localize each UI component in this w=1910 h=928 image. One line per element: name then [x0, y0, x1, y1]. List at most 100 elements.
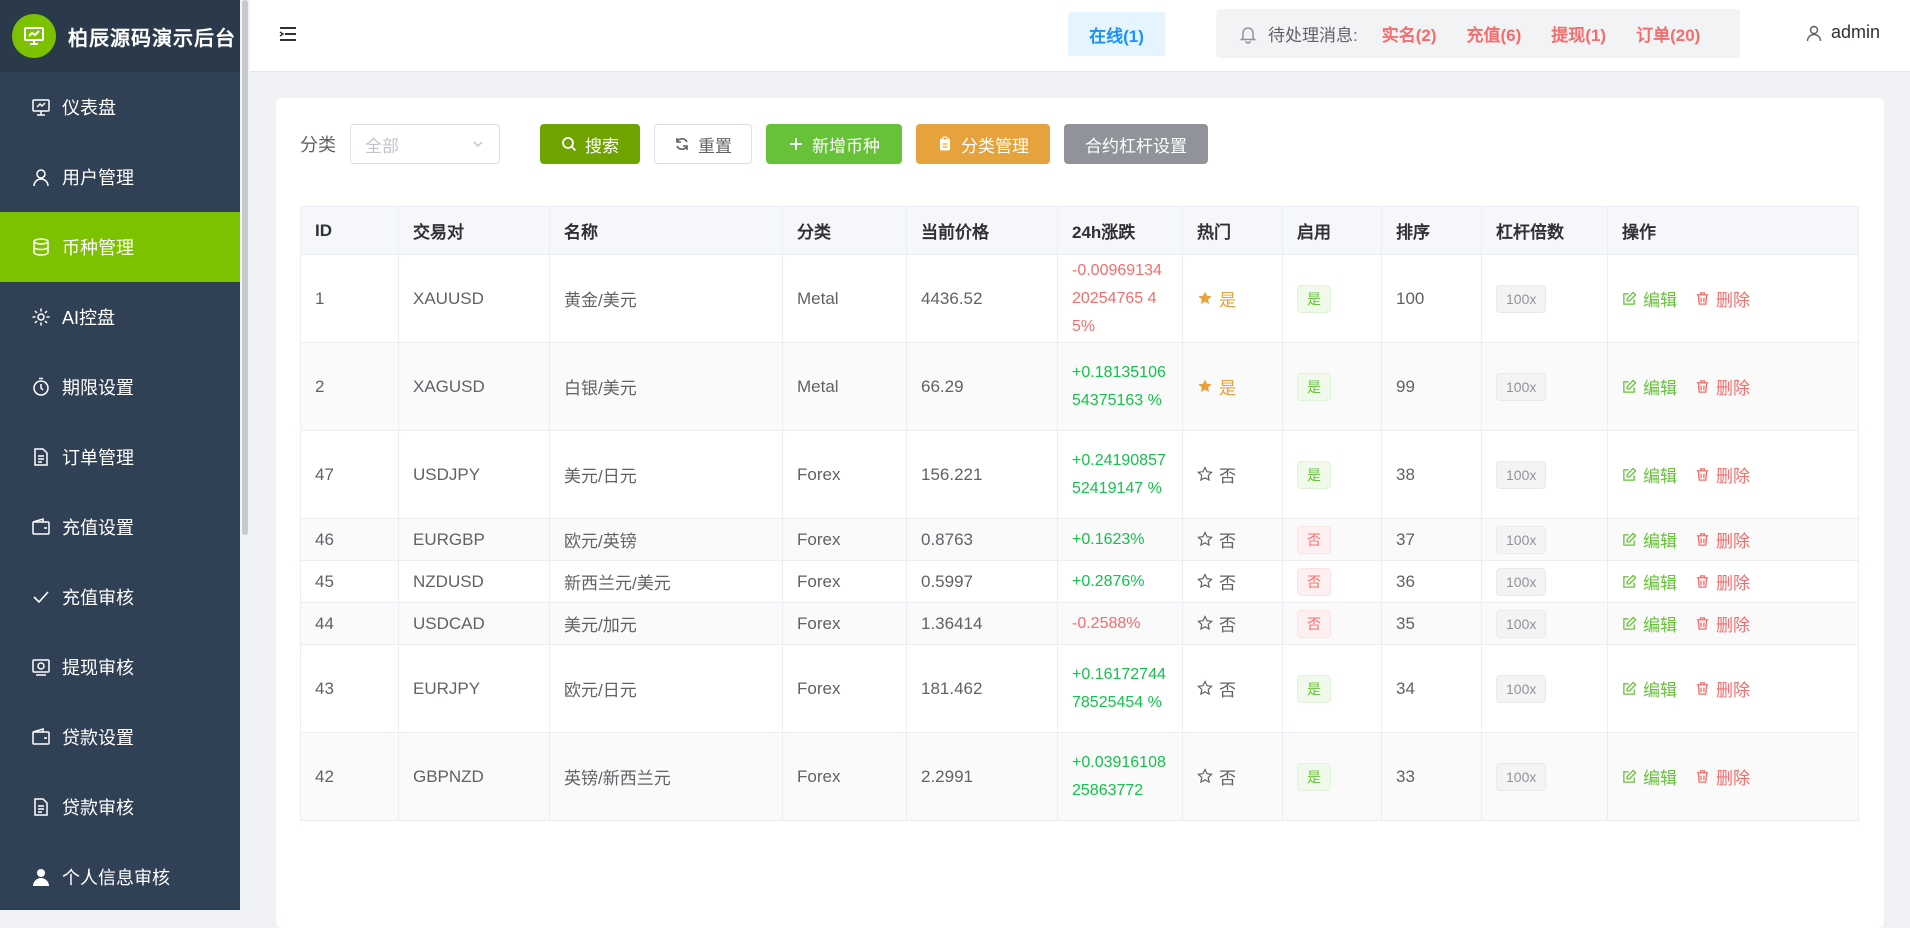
enabled-tag[interactable]: 否 [1297, 609, 1331, 638]
delete-button[interactable]: 删除 [1695, 764, 1750, 789]
delete-button[interactable]: 删除 [1695, 569, 1750, 594]
pending-realname-link[interactable]: 实名(2) [1382, 21, 1437, 46]
delete-button[interactable]: 删除 [1695, 286, 1750, 311]
edit-button[interactable]: 编辑 [1622, 374, 1677, 399]
app-title: 柏辰源码演示后台 [68, 27, 236, 50]
sidebar-scrollbar[interactable] [240, 0, 250, 910]
category-select[interactable]: 全部 [350, 124, 500, 164]
edit-button[interactable]: 编辑 [1622, 764, 1677, 789]
hot-indicator[interactable]: 否 [1197, 611, 1236, 636]
cell-id: 43 [300, 644, 399, 733]
column-header[interactable]: 操作 [1607, 206, 1859, 255]
column-header[interactable]: 分类 [782, 206, 907, 255]
logo[interactable]: 柏辰源码演示后台 [0, 0, 240, 72]
edit-button[interactable]: 编辑 [1622, 569, 1677, 594]
enabled-tag[interactable]: 是 [1297, 674, 1331, 703]
enabled-tag[interactable]: 否 [1297, 567, 1331, 596]
delete-button[interactable]: 删除 [1695, 374, 1750, 399]
sidebar-item-3[interactable]: AI控盘 [0, 282, 240, 352]
user-icon [30, 166, 52, 188]
delete-button[interactable]: 删除 [1695, 462, 1750, 487]
column-header[interactable]: 名称 [549, 206, 783, 255]
enabled-tag[interactable]: 是 [1297, 762, 1331, 791]
cell-leverage: 100x [1481, 518, 1608, 561]
cell-enabled: 是 [1282, 732, 1382, 821]
column-header[interactable]: 交易对 [398, 206, 550, 255]
enabled-tag[interactable]: 是 [1297, 284, 1331, 313]
delete-button[interactable]: 删除 [1695, 527, 1750, 552]
reset-button[interactable]: 重置 [654, 124, 752, 164]
cell-actions: 编辑 删除 [1607, 732, 1859, 821]
sidebar-item-11[interactable]: 个人信息审核 [0, 842, 240, 912]
sidebar-item-0[interactable]: 仪表盘 [0, 72, 240, 142]
online-badge[interactable]: 在线(1) [1068, 12, 1165, 56]
table-row: 42 GBPNZD 英镑/新西兰元 Forex 2.2991 +0.03916108258… [300, 732, 1859, 821]
document-icon [30, 796, 52, 818]
add-currency-button[interactable]: 新增币种 [766, 124, 902, 164]
cell-change: +0.0391610825863772 [1057, 732, 1183, 821]
column-header[interactable]: 启用 [1282, 206, 1382, 255]
edit-button[interactable]: 编辑 [1622, 676, 1677, 701]
cell-leverage: 100x [1481, 732, 1608, 821]
hot-indicator[interactable]: 否 [1197, 569, 1236, 594]
edit-button[interactable]: 编辑 [1622, 611, 1677, 636]
column-header[interactable]: 排序 [1381, 206, 1482, 255]
pending-withdraw-link[interactable]: 提现(1) [1551, 21, 1606, 46]
hot-indicator[interactable]: 否 [1197, 764, 1236, 789]
hot-indicator[interactable]: 否 [1197, 527, 1236, 552]
delete-button[interactable]: 删除 [1695, 611, 1750, 636]
column-header[interactable]: 热门 [1182, 206, 1283, 255]
enabled-tag[interactable]: 否 [1297, 525, 1331, 554]
leverage-tag: 100x [1496, 284, 1547, 313]
edit-icon [1622, 291, 1643, 306]
menu-toggle-icon[interactable] [278, 24, 298, 44]
sidebar-item-4[interactable]: 期限设置 [0, 352, 240, 422]
cell-hot: 否 [1182, 644, 1283, 733]
pending-orders-link[interactable]: 订单(20) [1636, 21, 1700, 46]
sidebar-item-8[interactable]: 提现审核 [0, 632, 240, 702]
star-outline-icon [1197, 680, 1219, 696]
column-header[interactable]: ID [300, 206, 399, 255]
enabled-tag[interactable]: 是 [1297, 372, 1331, 401]
scrollbar-thumb[interactable] [242, 0, 248, 535]
cell-hot: 否 [1182, 560, 1283, 603]
sidebar-item-2[interactable]: 币种管理 [0, 212, 240, 282]
pending-recharge-link[interactable]: 充值(6) [1467, 21, 1522, 46]
sidebar-item-6[interactable]: 充值设置 [0, 492, 240, 562]
user-menu[interactable]: admin [1805, 22, 1880, 43]
column-header[interactable]: 当前价格 [906, 206, 1058, 255]
cell-category: Metal [782, 342, 907, 431]
edit-button[interactable]: 编辑 [1622, 462, 1677, 487]
delete-label: 删除 [1716, 291, 1750, 310]
edit-button[interactable]: 编辑 [1622, 527, 1677, 552]
cell-hot: 否 [1182, 518, 1283, 561]
cell-change: -0.2588% [1057, 602, 1183, 645]
enabled-tag[interactable]: 是 [1297, 460, 1331, 489]
hot-indicator[interactable]: 是 [1197, 374, 1236, 399]
sidebar-item-10[interactable]: 贷款审核 [0, 772, 240, 842]
cell-name: 美元/日元 [549, 430, 783, 519]
sidebar-item-7[interactable]: 充值审核 [0, 562, 240, 632]
category-select-value: 全部 [365, 136, 399, 156]
edit-button[interactable]: 编辑 [1622, 286, 1677, 311]
edit-label: 编辑 [1643, 681, 1677, 700]
delete-button[interactable]: 删除 [1695, 676, 1750, 701]
sidebar-menu: 仪表盘 用户管理 币种管理 AI控盘 期限设置 订单管理 充值设置 充值审核 提现审核 贷款设置贷… [0, 72, 240, 912]
hot-indicator[interactable]: 否 [1197, 676, 1236, 701]
hot-indicator[interactable]: 是 [1197, 286, 1236, 311]
column-header[interactable]: 24h涨跌 [1057, 206, 1183, 255]
sidebar-item-1[interactable]: 用户管理 [0, 142, 240, 212]
trash-icon [1695, 616, 1716, 631]
sidebar-item-5[interactable]: 订单管理 [0, 422, 240, 492]
leverage-settings-button[interactable]: 合约杠杆设置 [1064, 124, 1208, 164]
hot-indicator[interactable]: 否 [1197, 462, 1236, 487]
cell-id: 46 [300, 518, 399, 561]
column-header[interactable]: 杠杆倍数 [1481, 206, 1608, 255]
category-manage-button[interactable]: 分类管理 [916, 124, 1050, 164]
search-icon [561, 136, 577, 152]
reset-button-label: 重置 [698, 136, 732, 156]
sidebar-item-9[interactable]: 贷款设置 [0, 702, 240, 772]
search-button[interactable]: 搜索 [540, 124, 640, 164]
cell-category: Forex [782, 518, 907, 561]
edit-label: 编辑 [1643, 291, 1677, 310]
